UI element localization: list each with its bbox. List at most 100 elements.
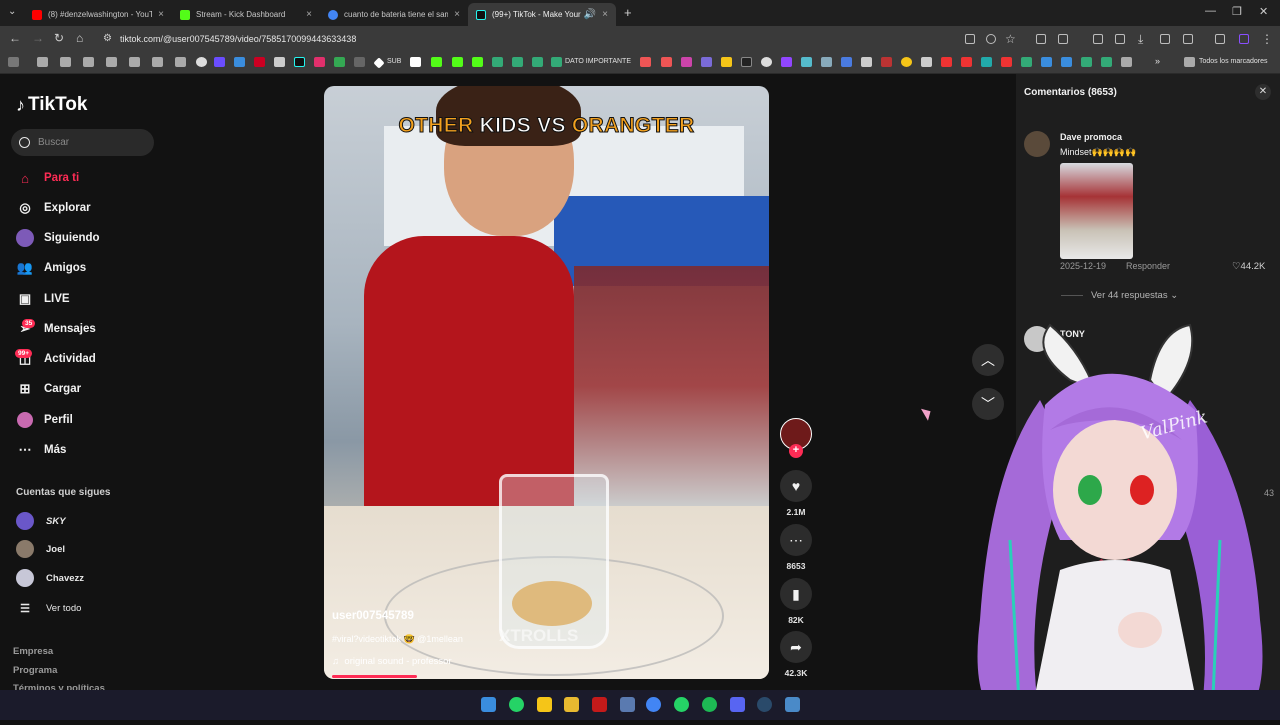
nav-siguiendo[interactable]: Siguiendo	[16, 228, 100, 248]
bookmark-icon[interactable]	[274, 57, 285, 67]
minimize-icon[interactable]: —	[1205, 5, 1216, 17]
chrome-icon[interactable]	[646, 697, 661, 712]
close-tab-icon[interactable]: ×	[158, 9, 164, 20]
sidepanel-icon[interactable]	[1183, 34, 1193, 44]
bookmark-icon[interactable]	[354, 57, 365, 67]
tiktok-logo[interactable]: ♪ TikTok	[16, 94, 87, 116]
nav-explorar[interactable]: ◎ Explorar	[16, 198, 90, 218]
all-bookmarks[interactable]: Todos los marcadores	[1199, 58, 1267, 65]
extension-icon[interactable]	[1036, 34, 1046, 44]
tab-google[interactable]: cuanto de bateria tiene el sams ×	[320, 3, 468, 26]
video-player[interactable]: OTHER KIDS VS ORANGTER XTROLLS user00754…	[324, 86, 769, 679]
bookmark-icon[interactable]	[196, 57, 207, 67]
file-explorer-icon[interactable]	[564, 697, 579, 712]
bookmark-icon[interactable]	[640, 57, 651, 67]
bookmark-icon[interactable]	[701, 57, 712, 67]
bookmark-icon[interactable]	[1021, 57, 1032, 67]
folder-icon[interactable]	[175, 57, 186, 67]
bookmark-icon[interactable]	[841, 57, 852, 67]
comment-icon[interactable]: ⋯	[780, 524, 812, 556]
bookmark-icon[interactable]	[741, 57, 752, 67]
video-username[interactable]: user007545789	[332, 610, 414, 622]
video-progress-bar[interactable]	[332, 675, 417, 678]
instagram-bookmark-icon[interactable]	[314, 57, 325, 67]
bookmark-icon[interactable]	[214, 57, 225, 67]
footer-link-programa[interactable]: Programa	[13, 665, 57, 676]
bookmark-icon[interactable]	[234, 57, 245, 67]
avatar[interactable]	[1024, 131, 1050, 157]
steam-icon[interactable]	[757, 697, 772, 712]
heart-icon[interactable]: ♥	[780, 470, 812, 502]
bookmark-icon[interactable]	[861, 57, 872, 67]
new-tab-button[interactable]: +	[624, 5, 632, 20]
video-caption[interactable]: #viral?videotiktok 🤓 @1mellean	[332, 634, 463, 645]
share-action[interactable]: ➦ 42.3K	[778, 631, 814, 678]
wallet-icon[interactable]	[1115, 34, 1125, 44]
close-window-icon[interactable]: ✕	[1259, 5, 1268, 18]
close-tab-icon[interactable]: ×	[306, 9, 312, 20]
bookmark-icon[interactable]	[661, 57, 672, 67]
comment-like-button[interactable]: ♡44.2K	[1232, 261, 1265, 272]
discord-icon[interactable]	[730, 697, 745, 712]
folder-icon[interactable]	[1184, 57, 1195, 67]
bookmark-icon[interactable]	[721, 57, 732, 67]
bookmark-icon[interactable]	[254, 57, 265, 67]
profile-avatar-icon[interactable]	[1239, 34, 1249, 44]
following-account[interactable]: Joel	[16, 539, 65, 559]
bookmark-icon[interactable]	[551, 57, 562, 67]
bookmark-icon[interactable]	[1001, 57, 1012, 67]
home-button-icon[interactable]: ⌂	[76, 31, 83, 45]
see-all-following[interactable]: ☰ Ver todo	[16, 598, 81, 618]
bookmark-icon[interactable]	[881, 57, 892, 67]
comment-username[interactable]: Dave promoca	[1060, 132, 1122, 142]
windows-start-icon[interactable]	[481, 697, 496, 712]
forward-icon[interactable]: →	[32, 31, 44, 45]
bookmark-icon[interactable]	[921, 57, 932, 67]
bookmark-icon[interactable]	[492, 57, 503, 67]
apps-icon[interactable]	[8, 57, 19, 67]
nav-live[interactable]: ▣ LIVE	[16, 289, 70, 309]
bookmark-icon[interactable]	[1041, 57, 1052, 67]
nav-cargar[interactable]: ⊞ Cargar	[16, 379, 82, 399]
more-bookmarks-icon[interactable]: »	[1155, 56, 1160, 66]
comment-image[interactable]	[1060, 163, 1133, 259]
puzzle-icon[interactable]	[1058, 34, 1068, 44]
bookmark-icon[interactable]	[981, 57, 992, 67]
folder-icon[interactable]	[60, 57, 71, 67]
follow-button[interactable]: +	[789, 444, 803, 458]
reading-list-icon[interactable]	[1093, 34, 1103, 44]
bookmark-icon[interactable]	[961, 57, 972, 67]
kick-bookmark-icon[interactable]	[472, 57, 483, 67]
app-icon[interactable]	[592, 697, 607, 712]
nav-mas[interactable]: ⋯ Más	[16, 440, 67, 460]
star-icon[interactable]: ☆	[1005, 32, 1016, 46]
bookmark-sub[interactable]: SUB	[387, 58, 401, 65]
nav-perfil[interactable]: Perfil	[16, 410, 73, 430]
folder-icon[interactable]	[129, 57, 140, 67]
app-icon[interactable]	[785, 697, 800, 712]
like-action[interactable]: ♥ 2.1M	[780, 470, 812, 517]
bookmark-icon[interactable]	[1101, 57, 1112, 67]
nav-para-ti[interactable]: ⌂ Para ti	[16, 168, 79, 188]
zoom-icon[interactable]	[986, 34, 996, 44]
folder-icon[interactable]	[37, 57, 48, 67]
bookmark-icon[interactable]	[801, 57, 812, 67]
video-sound[interactable]: ♫ original sound - professor	[332, 656, 452, 667]
close-tab-icon[interactable]: ×	[602, 9, 608, 20]
close-tab-icon[interactable]: ×	[454, 9, 460, 20]
tab-search-icon[interactable]: ⌄	[8, 6, 16, 17]
reload-icon[interactable]: ↻	[54, 31, 64, 45]
bookmark-icon[interactable]	[512, 57, 523, 67]
folder-icon[interactable]	[83, 57, 94, 67]
download-icon[interactable]: ⤓	[1138, 32, 1143, 47]
spotify-icon[interactable]	[702, 697, 717, 712]
app-icon[interactable]	[620, 697, 635, 712]
folder-icon[interactable]	[106, 57, 117, 67]
bookmark-icon[interactable]	[410, 57, 421, 67]
bookmark-icon[interactable]	[761, 57, 772, 67]
notes-icon[interactable]	[537, 697, 552, 712]
nav-amigos[interactable]: 👥 Amigos	[16, 258, 86, 278]
kick-bookmark-icon[interactable]	[452, 57, 463, 67]
whatsapp-icon[interactable]	[509, 697, 524, 712]
kick-bookmark-icon[interactable]	[431, 57, 442, 67]
